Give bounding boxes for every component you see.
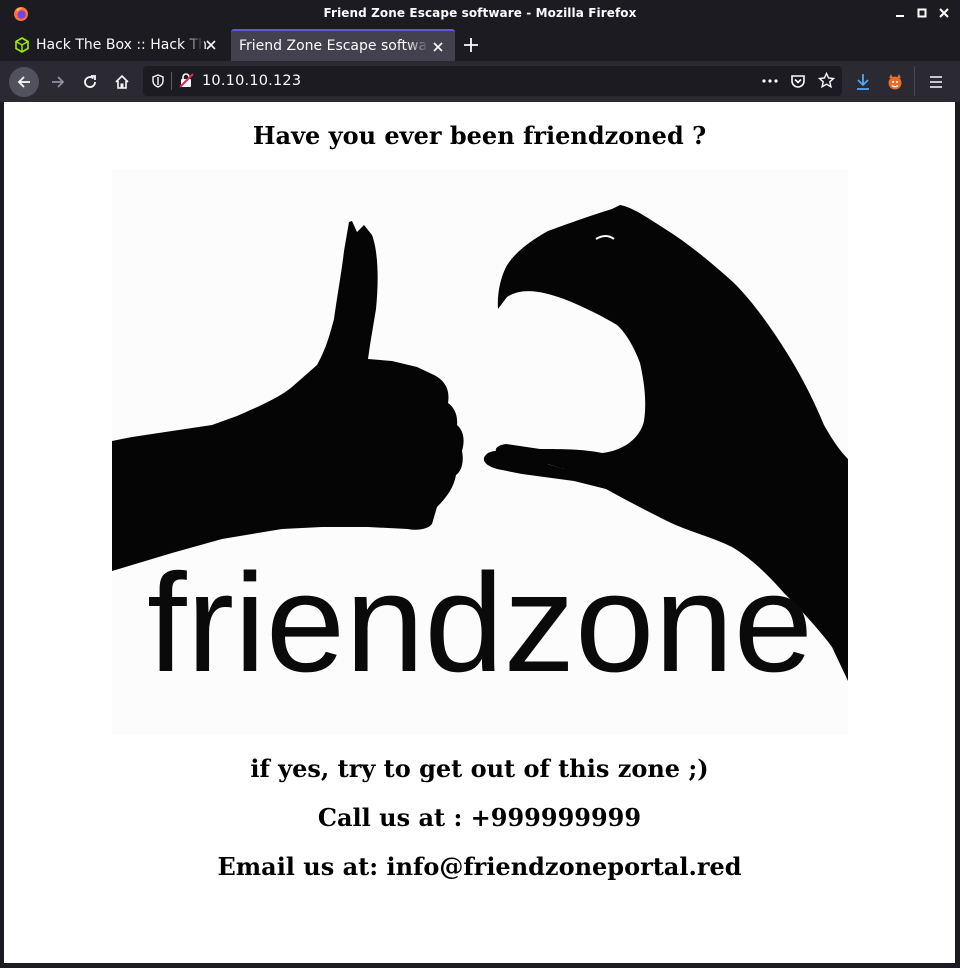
phone-line: Call us at : +999999999 bbox=[317, 803, 642, 832]
close-tab-icon[interactable] bbox=[204, 38, 218, 52]
window-frame-right bbox=[955, 102, 960, 968]
htb-cube-icon bbox=[15, 37, 29, 53]
close-tab-icon[interactable] bbox=[431, 40, 445, 54]
app-menu-button[interactable] bbox=[921, 67, 951, 97]
foxyproxy-icon bbox=[888, 74, 902, 90]
tab-label: Hack The Box :: Hack The Box bbox=[36, 37, 206, 53]
tab-label-fade bbox=[407, 31, 429, 61]
friendzone-wordmark: friendzone bbox=[147, 544, 813, 701]
back-arrow-icon bbox=[17, 76, 30, 88]
hamburger-menu-icon bbox=[930, 76, 942, 88]
window-titlebar: Friend Zone Escape software - Mozilla Fi… bbox=[0, 0, 960, 28]
minimize-button[interactable] bbox=[893, 6, 907, 20]
image-word-text: friendzone bbox=[147, 544, 813, 701]
new-tab-icon[interactable] bbox=[462, 36, 480, 54]
tab-strip: Hack The Box :: Hack The Box Friend Zone… bbox=[0, 28, 960, 61]
minimize-icon bbox=[896, 15, 904, 17]
download-arrow-icon bbox=[857, 74, 869, 90]
address-bar[interactable]: 10.10.10.123 bbox=[143, 66, 842, 96]
tab-label: Friend Zone Escape software bbox=[239, 38, 429, 54]
reload-button[interactable] bbox=[75, 67, 105, 97]
close-window-button[interactable] bbox=[937, 6, 951, 20]
maximize-icon bbox=[917, 8, 927, 18]
extension-button[interactable] bbox=[880, 67, 910, 97]
page-viewport: Have you ever been friendzoned ? friendz… bbox=[4, 102, 955, 963]
reload-icon bbox=[84, 75, 96, 88]
escape-tagline: if yes, try to get out of this zone ;) bbox=[250, 754, 709, 783]
maximize-button[interactable] bbox=[915, 6, 929, 20]
forward-arrow-icon bbox=[52, 76, 65, 88]
tab-label-fade bbox=[182, 29, 204, 61]
pocket-icon[interactable] bbox=[790, 73, 806, 89]
page-heading: Have you ever been friendzoned ? bbox=[252, 121, 707, 150]
close-icon bbox=[939, 8, 949, 18]
friendzone-hero-image: friendzone bbox=[112, 169, 848, 735]
tab-hackthebox[interactable]: Hack The Box :: Hack The Box bbox=[4, 29, 228, 61]
email-line: Email us at: info@friendzoneportal.red bbox=[217, 852, 742, 881]
bookmark-star-icon[interactable] bbox=[818, 72, 835, 89]
window-title: Friend Zone Escape software - Mozilla Fi… bbox=[323, 6, 637, 20]
window-frame-bottom bbox=[0, 963, 960, 968]
home-icon bbox=[115, 74, 129, 89]
nav-toolbar: 10.10.10.123 bbox=[0, 61, 960, 102]
tab-friendzone[interactable]: Friend Zone Escape software bbox=[231, 29, 455, 61]
forward-button[interactable] bbox=[43, 67, 73, 97]
page-actions-icon[interactable] bbox=[761, 74, 779, 88]
insecure-lock-icon[interactable] bbox=[179, 73, 194, 88]
downloads-button[interactable] bbox=[848, 67, 878, 97]
urlbar-separator bbox=[171, 72, 172, 90]
url-text[interactable]: 10.10.10.123 bbox=[202, 73, 301, 89]
home-button[interactable] bbox=[107, 67, 137, 97]
tracking-shield-icon[interactable] bbox=[151, 74, 165, 88]
toolbar-separator bbox=[914, 66, 915, 96]
back-button[interactable] bbox=[9, 67, 39, 97]
